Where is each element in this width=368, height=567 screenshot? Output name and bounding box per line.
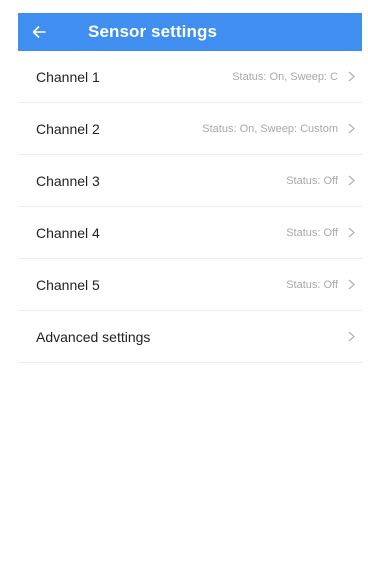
sensor-settings-screen: Sensor settings Channel 1 Status: On, Sw… [18,13,362,567]
row-status: Status: On, Sweep: C [232,70,338,83]
arrow-left-icon [32,26,46,38]
back-button[interactable] [18,13,68,51]
chevron-right-icon [343,122,359,136]
row-label: Advanced settings [36,328,151,345]
page-title: Sensor settings [88,22,218,41]
row-label: Channel 1 [36,68,100,85]
row-label: Channel 4 [36,224,100,241]
settings-row-channel-1[interactable]: Channel 1 Status: On, Sweep: C [18,51,362,103]
chevron-right-icon [343,70,359,84]
row-label: Channel 3 [36,172,100,189]
app-bar: Sensor settings [18,13,362,51]
row-status: Status: On, Sweep: Custom [202,122,338,135]
settings-row-channel-5[interactable]: Channel 5 Status: Off [18,259,362,311]
chevron-right-icon [343,174,359,188]
row-status: Status: Off [286,174,338,187]
chevron-right-icon [343,278,359,292]
settings-row-channel-3[interactable]: Channel 3 Status: Off [18,155,362,207]
chevron-right-icon [343,226,359,240]
row-label: Channel 2 [36,120,100,137]
chevron-right-icon [343,330,359,344]
settings-row-channel-4[interactable]: Channel 4 Status: Off [18,207,362,259]
settings-row-advanced[interactable]: Advanced settings [18,311,362,363]
row-status: Status: Off [286,226,338,239]
row-label: Channel 5 [36,276,100,293]
settings-row-channel-2[interactable]: Channel 2 Status: On, Sweep: Custom [18,103,362,155]
row-status: Status: Off [286,278,338,291]
settings-list: Channel 1 Status: On, Sweep: C Channel 2… [18,51,362,363]
